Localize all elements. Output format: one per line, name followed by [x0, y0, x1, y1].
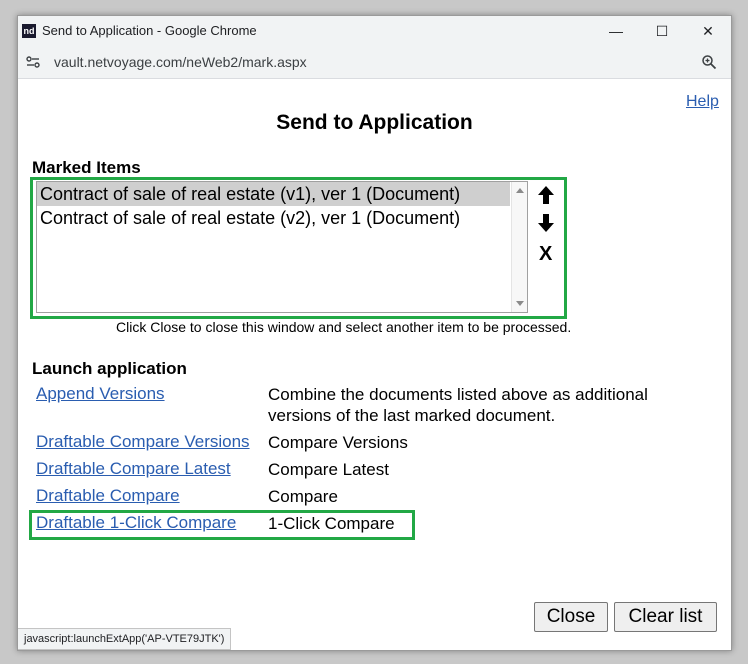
- hint-text: Click Close to close this window and sel…: [116, 319, 572, 335]
- minimize-icon: —: [609, 23, 623, 39]
- browser-window: nd Send to Application - Google Chrome —…: [17, 15, 732, 651]
- append-versions-link[interactable]: Append Versions: [36, 384, 165, 404]
- address-bar[interactable]: vault.netvoyage.com/neWeb2/mark.aspx: [18, 46, 731, 79]
- arrow-down-icon[interactable]: [536, 213, 556, 233]
- app-row-append-versions: Append Versions Combine the documents li…: [36, 384, 716, 428]
- app-row-compare-latest: Draftable Compare Latest Compare Latest: [36, 459, 716, 481]
- url-text[interactable]: vault.netvoyage.com/neWeb2/mark.aspx: [54, 54, 307, 70]
- close-button[interactable]: Close: [534, 602, 608, 632]
- app-description: Compare Versions: [268, 433, 408, 452]
- draftable-one-click-compare-link[interactable]: Draftable 1-Click Compare: [36, 513, 236, 533]
- title-bar[interactable]: nd Send to Application - Google Chrome —…: [18, 16, 731, 46]
- maximize-button[interactable]: ☐: [639, 16, 685, 46]
- close-window-button[interactable]: ✕: [685, 16, 731, 46]
- app-description: Combine the documents listed above as ad…: [268, 385, 648, 425]
- zoom-icon[interactable]: [701, 54, 717, 70]
- window-title: Send to Application - Google Chrome: [42, 23, 257, 38]
- status-bar: javascript:launchExtApp('AP-VTE79JTK'): [18, 628, 232, 650]
- app-row-compare-versions: Draftable Compare Versions Compare Versi…: [36, 432, 716, 454]
- scroll-down-icon[interactable]: [516, 301, 524, 306]
- launch-application-label: Launch application: [32, 359, 187, 378]
- clear-list-button[interactable]: Clear list: [614, 602, 717, 632]
- list-scrollbar[interactable]: [511, 182, 527, 312]
- draftable-compare-link[interactable]: Draftable Compare: [36, 486, 180, 506]
- list-item[interactable]: Contract of sale of real estate (v1), ve…: [37, 182, 510, 206]
- page-content: Help Send to Application Marked Items Co…: [18, 79, 731, 650]
- page-title: Send to Application: [276, 111, 473, 134]
- arrow-up-icon[interactable]: [536, 185, 556, 205]
- minimize-button[interactable]: —: [593, 16, 639, 46]
- draftable-compare-latest-link[interactable]: Draftable Compare Latest: [36, 459, 231, 479]
- site-settings-icon[interactable]: [26, 55, 40, 69]
- app-logo: nd: [22, 24, 36, 38]
- app-description: 1-Click Compare: [268, 514, 395, 533]
- scroll-up-icon[interactable]: [516, 188, 524, 193]
- app-row-compare: Draftable Compare Compare: [36, 486, 716, 508]
- app-description: Compare: [268, 487, 338, 506]
- remove-item-button[interactable]: X: [539, 243, 552, 266]
- help-link[interactable]: Help: [686, 93, 719, 111]
- list-item[interactable]: Contract of sale of real estate (v2), ve…: [37, 206, 510, 230]
- app-row-one-click-compare: Draftable 1-Click Compare 1-Click Compar…: [36, 513, 716, 535]
- close-icon: ✕: [702, 22, 714, 39]
- draftable-compare-versions-link[interactable]: Draftable Compare Versions: [36, 432, 250, 452]
- app-description: Compare Latest: [268, 460, 389, 479]
- maximize-icon: ☐: [655, 22, 669, 39]
- marked-items-label: Marked Items: [32, 158, 141, 177]
- marked-items-list[interactable]: Contract of sale of real estate (v1), ve…: [36, 181, 528, 313]
